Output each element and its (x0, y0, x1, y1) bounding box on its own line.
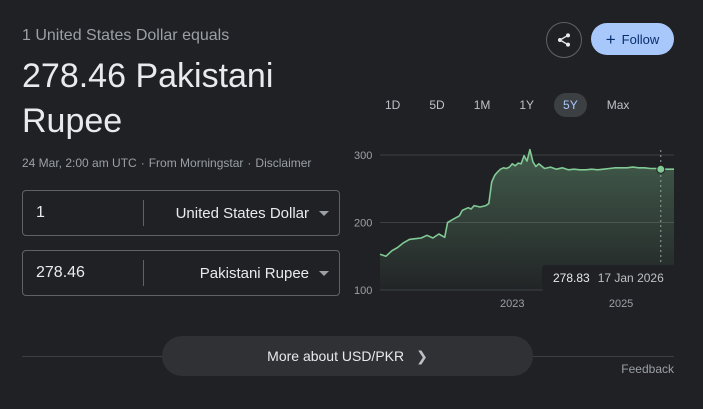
share-button[interactable] (546, 22, 582, 58)
range-tab-1m[interactable]: 1M (465, 93, 500, 117)
range-tab-5d[interactable]: 5D (420, 93, 453, 117)
to-currency-row: 278.46 Pakistani Rupee (22, 250, 340, 296)
conversion-result: 278.46 Pakistani Rupee (22, 57, 274, 140)
to-currency-select[interactable]: Pakistani Rupee (144, 265, 339, 282)
tooltip-date: 17 Jan 2026 (597, 271, 664, 285)
range-tab-1d[interactable]: 1D (376, 93, 409, 117)
rate-meta: 24 Mar, 2:00 am UTC · From Morningstar · Dis… (22, 156, 312, 170)
follow-label: Follow (621, 31, 660, 47)
y-tick-label: 100 (354, 285, 372, 297)
y-tick-label: 300 (354, 150, 372, 162)
range-tabs: 1D 5D 1M 1Y 5Y Max (376, 93, 649, 117)
more-about-label: More about USD/PKR (267, 348, 405, 364)
to-amount-input[interactable]: 278.46 (23, 264, 143, 282)
more-about-button[interactable]: More about USD/PKR ❯ (162, 336, 533, 376)
feedback-link[interactable]: Feedback (621, 362, 674, 376)
y-tick-label: 200 (354, 218, 372, 230)
share-icon (558, 33, 570, 47)
hover-point (656, 164, 666, 174)
disclaimer-link[interactable]: Disclaimer (255, 156, 311, 170)
timestamp: 24 Mar, 2:00 am UTC (22, 156, 137, 170)
from-currency-label: United States Dollar (175, 204, 309, 222)
chart-tooltip: 278.83 17 Jan 2026 (542, 265, 675, 291)
x-tick-label: 2025 (609, 298, 633, 310)
range-tab-1y[interactable]: 1Y (510, 93, 543, 117)
range-tab-5y[interactable]: 5Y (554, 93, 587, 117)
from-currency-select[interactable]: United States Dollar (144, 205, 339, 222)
tooltip-value: 278.83 (553, 271, 590, 285)
follow-button[interactable]: + Follow (591, 23, 674, 55)
conversion-subtitle: 1 United States Dollar equals (22, 27, 230, 44)
range-tab-max[interactable]: Max (598, 93, 639, 117)
chevron-down-icon (319, 210, 329, 216)
from-amount-input[interactable]: 1 (23, 204, 143, 222)
from-currency-row: 1 United States Dollar (22, 190, 340, 236)
chevron-right-icon: ❯ (416, 347, 428, 364)
plus-icon: + (605, 29, 616, 49)
to-currency-label: Pakistani Rupee (199, 264, 309, 282)
x-tick-label: 2023 (500, 298, 524, 310)
source-label: From Morningstar (148, 156, 244, 170)
chevron-down-icon (319, 270, 329, 276)
